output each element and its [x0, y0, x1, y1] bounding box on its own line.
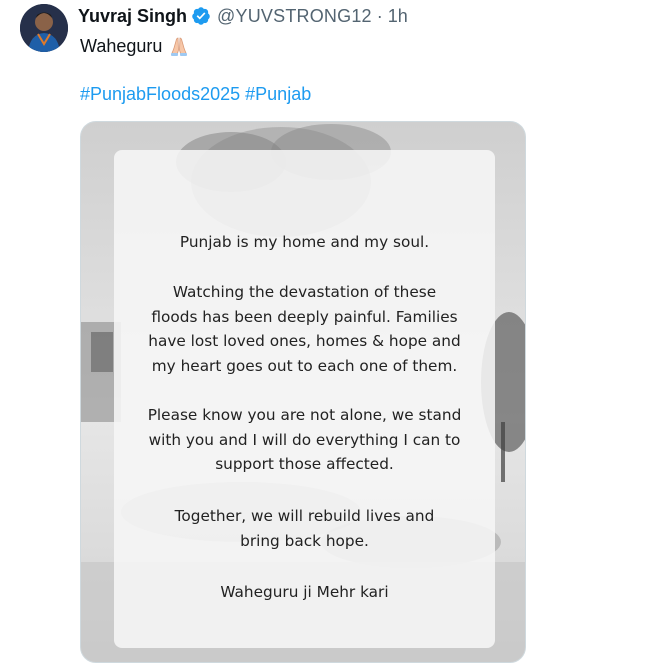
- statement-paragraph-1: Punjab is my home and my soul.: [114, 230, 495, 255]
- tweet-text: Waheguru: [80, 34, 190, 58]
- statement-paragraph-2: Watching the devastation of these floods…: [114, 280, 495, 378]
- tweet-image[interactable]: Punjab is my home and my soul. Watching …: [80, 121, 526, 663]
- hashtag-punjabfloods2025[interactable]: #PunjabFloods2025: [80, 84, 240, 104]
- statement-line-2: Watching the devastation of these: [172, 283, 437, 301]
- author-display-name[interactable]: Yuvraj Singh: [78, 5, 187, 27]
- verified-badge-icon: [191, 6, 211, 26]
- statement-line-5: my heart goes out to each one of them.: [151, 356, 458, 375]
- author-handle[interactable]: @YUVSTRONG12: [217, 5, 372, 27]
- statement-paragraph-4: Together, we will rebuild lives and brin…: [114, 504, 495, 553]
- avatar[interactable]: [20, 4, 68, 52]
- statement-signoff: Waheguru ji Mehr kari: [114, 580, 495, 605]
- statement-line-3: floods has been deeply painful. Families: [151, 307, 458, 326]
- separator-dot: ·: [376, 6, 383, 26]
- statement-line-10: bring back hope.: [240, 531, 369, 550]
- hashtag-punjab[interactable]: #Punjab: [245, 84, 311, 104]
- statement-line-9: Together, we will rebuild lives and: [174, 507, 435, 525]
- tweet-timestamp[interactable]: 1h: [388, 5, 408, 27]
- tweet-header: Yuvraj Singh @YUVSTRONG12 · 1h: [78, 5, 408, 27]
- statement-line-4: have lost loved ones, homes & hope and: [148, 332, 461, 351]
- statement-line-1: Punjab is my home and my soul.: [179, 233, 430, 251]
- statement-line-8: support those affected.: [215, 455, 394, 474]
- profile-photo-icon: [20, 4, 68, 52]
- statement-line-11: Waheguru ji Mehr kari: [220, 583, 389, 601]
- statement-paragraph-3: Please know you are not alone, we stand …: [114, 403, 495, 477]
- statement-line-6: Please know you are not alone, we stand: [147, 406, 462, 424]
- folded-hands-icon: [168, 35, 190, 57]
- statement-line-7: with you and I will do everything I can …: [148, 430, 461, 449]
- tweet-text-content: Waheguru: [80, 36, 163, 56]
- hashtags: #PunjabFloods2025 #Punjab: [80, 82, 311, 106]
- statement-card: Punjab is my home and my soul. Watching …: [114, 150, 495, 648]
